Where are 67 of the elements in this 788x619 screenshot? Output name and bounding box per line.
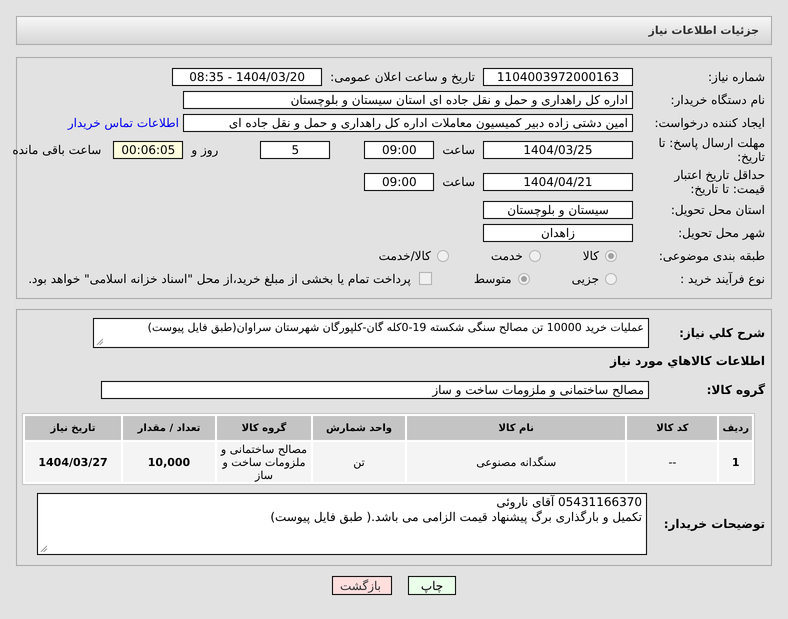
field-label: طبقه بندی موضوعی:	[658, 248, 765, 262]
input-field: مصالح ساختمانی و ملزومات ساخت و ساز	[101, 380, 649, 398]
field-label: شماره نیاز:	[707, 70, 765, 84]
page-title: جزئیات اطلاعات نیاز	[648, 24, 759, 37]
input-field: 1404/03/25	[483, 141, 633, 159]
column-header: ردیف	[719, 416, 752, 440]
field-label: نام دستگاه خریدار:	[670, 92, 765, 106]
column-header: واحد شمارش	[313, 416, 405, 440]
radio-button[interactable]	[605, 272, 617, 284]
countdown-field: 00:06:05	[113, 141, 184, 159]
back-button[interactable]: بازگشت	[332, 576, 392, 595]
column-header: گروه کالا	[217, 416, 311, 440]
column-header: نام کالا	[407, 416, 626, 440]
field-label: ساعت	[442, 175, 475, 189]
description-box[interactable]: عملیات خرید 10000 تن مصالح سنگی شکسته 19-0کله گان-کلپورگان شهرستان سراوان(طبق فایل پیوست)	[93, 318, 649, 348]
field-label: استان محل تحویل:	[670, 202, 765, 216]
field-label: ساعت	[442, 143, 475, 157]
contact-link[interactable]: اطلاعات تماس خریدار	[68, 116, 179, 130]
input-field: 1404/03/20 - 08:35	[172, 68, 322, 86]
print-button[interactable]: چاپ	[408, 576, 456, 595]
field-label: ساعت باقی مانده	[12, 143, 102, 157]
input-field: اداره کل راهداری و حمل و نقل جاده ای استان سیستان و بلوچستان	[183, 90, 633, 108]
radio-button[interactable]	[518, 272, 530, 284]
section-heading: اطلاعات کالاهاي مورد نياز	[608, 354, 765, 368]
radio-button[interactable]	[436, 250, 449, 262]
radio-label: جزیی	[572, 272, 599, 286]
input-field: 09:00	[364, 141, 434, 159]
table-cell: تن	[313, 442, 405, 482]
radio-label: کالا/خدمت	[378, 248, 431, 262]
input-field: سیستان و بلوچستان	[483, 200, 633, 218]
field-label: مهلت ارسال پاسخ: تا تاریخ:	[657, 136, 765, 164]
input-field: 09:00	[364, 173, 434, 191]
resize-grip-icon[interactable]	[40, 545, 47, 552]
radio-label: کالا	[582, 248, 599, 262]
field-label: ایجاد کننده درخواست:	[653, 116, 765, 130]
checkbox-label: پرداخت تمام یا بخشی از مبلغ خرید،از محل "اسناد خزانه اسلامی" خواهد بود.	[28, 272, 411, 286]
input-field: امین دشتی زاده دبیر کمیسیون معاملات اداره کل راهداری و حمل و نقل جاده ای	[183, 114, 633, 132]
notes-text: 05431166370 آقای ناروئی تکمیل و بارگذاری برگ پیشنهاد قیمت الزامی می باشد.( طبق فایل پیوست)	[269, 495, 642, 525]
table-cell: سنگدانه مصنوعی	[407, 442, 626, 482]
table-cell: 10,000	[123, 442, 215, 482]
column-header: کد کالا	[627, 416, 718, 440]
column-header: تعداد / مقدار	[123, 416, 215, 440]
input-field: زاهدان	[483, 224, 633, 242]
radio-button[interactable]	[605, 250, 617, 262]
field-label: روز و	[191, 143, 218, 157]
table-cell: مصالح ساختمانی و ملزومات ساخت و ساز	[217, 442, 311, 482]
radio-label: خدمت	[490, 248, 523, 262]
column-header: تاریخ نیاز	[25, 416, 121, 440]
field-label: نوع فرآیند خرید :	[679, 272, 765, 286]
field-label: تاریخ و ساعت اعلان عمومی:	[330, 70, 475, 84]
field-label: حداقل تاریخ اعتبار قیمت: تا تاریخ:	[672, 168, 765, 196]
description-text: عملیات خرید 10000 تن مصالح سنگی شکسته 19-0کله گان-کلپورگان شهرستان سراوان(طبق فایل پیوست)	[148, 321, 644, 334]
input-field: 1404/04/21	[483, 173, 633, 191]
input-field: 1104003972000163	[483, 68, 633, 86]
resize-grip-icon[interactable]	[96, 338, 103, 345]
input-field: 5	[260, 141, 330, 159]
field-label: گروه کالا:	[706, 382, 765, 396]
table-cell: --	[627, 442, 718, 482]
radio-label: متوسط	[474, 272, 512, 286]
radio-button[interactable]	[528, 250, 541, 262]
field-label: شرح کلي نياز:	[678, 326, 765, 340]
table-cell: 1404/03/27	[25, 442, 121, 482]
checkbox[interactable]	[418, 272, 432, 285]
field-label: شهر محل تحویل:	[677, 226, 765, 240]
field-label: توضیحات خریدار:	[662, 517, 765, 531]
notes-box[interactable]: 05431166370 آقای ناروئی تکمیل و بارگذاری برگ پیشنهاد قیمت الزامی می باشد.( طبق فایل پیوست)	[37, 493, 647, 555]
table-cell: 1	[719, 442, 752, 482]
